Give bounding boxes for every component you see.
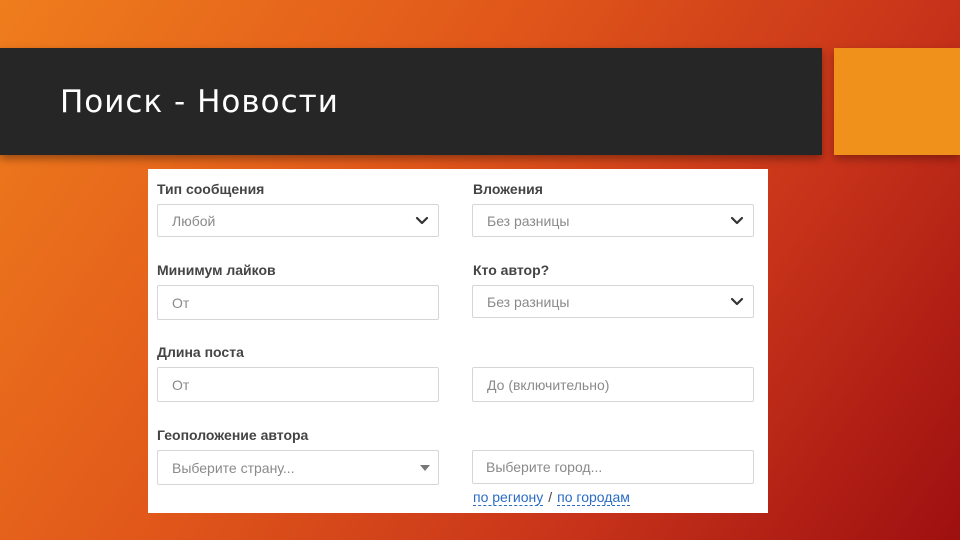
caret-down-icon [420,465,430,471]
message-type-select[interactable]: Любой [157,204,439,237]
message-type-value: Любой [172,213,216,229]
author-select[interactable]: Без разницы [472,285,754,318]
chevron-down-icon [730,216,744,225]
chevron-down-icon [415,216,429,225]
news-search-form: Тип сообщения Любой Вложения Без разницы… [148,169,768,513]
accent-block [834,48,960,155]
post-length-from-placeholder: От [172,377,190,393]
min-likes-label: Минимум лайков [157,262,276,278]
min-likes-placeholder: От [172,295,190,311]
by-cities-link[interactable]: по городам [557,489,630,506]
min-likes-input[interactable]: От [157,285,439,320]
attachments-value: Без разницы [487,213,570,229]
post-length-label: Длина поста [157,344,244,360]
by-region-link[interactable]: по региону [473,489,544,506]
author-label: Кто автор? [473,262,550,278]
post-length-to-placeholder: До (включительно) [487,377,610,393]
country-select[interactable]: Выберите страну... [157,450,439,485]
message-type-label: Тип сообщения [157,181,265,197]
post-length-to-input[interactable]: До (включительно) [472,367,754,402]
geo-label: Геоположение автора [157,427,309,443]
post-length-from-input[interactable]: От [157,367,439,402]
slide-title: Поиск - Новости [60,84,339,120]
city-input[interactable]: Выберите город... [472,450,754,484]
attachments-select[interactable]: Без разницы [472,204,754,237]
attachments-label: Вложения [473,181,543,197]
chevron-down-icon [730,297,744,306]
author-value: Без разницы [487,294,570,310]
geo-mode-links: по региону / по городам [473,489,630,506]
city-placeholder: Выберите город... [486,459,603,475]
country-placeholder: Выберите страну... [172,460,295,476]
link-separator: / [548,489,553,505]
